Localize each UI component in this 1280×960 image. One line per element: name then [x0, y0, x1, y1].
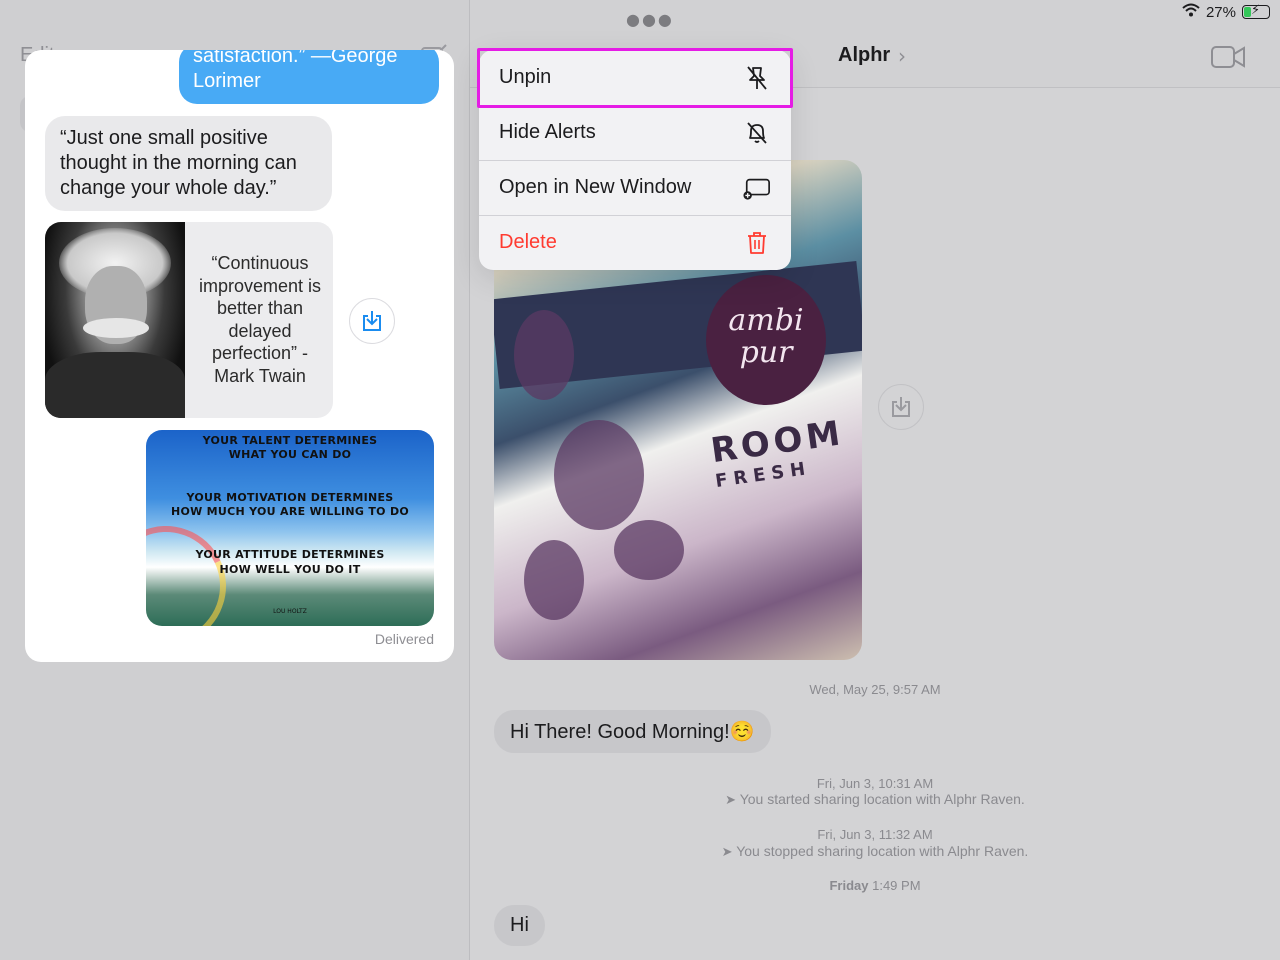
menu-item-hide-alerts[interactable]: Hide Alerts — [479, 105, 791, 160]
menu-item-label: Delete — [499, 231, 557, 253]
new-window-icon — [743, 174, 771, 202]
timestamp: Wed, May 25, 9:57 AM — [809, 682, 941, 697]
poster-line: YOUR TALENT DETERMINES — [202, 434, 378, 447]
poster-line: WHAT YOU CAN DO — [228, 448, 352, 461]
unpin-highlight-box — [477, 48, 793, 108]
download-icon — [363, 311, 381, 331]
motivation-poster-image[interactable]: YOUR TALENT DETERMINES WHAT YOU CAN DO Y… — [146, 430, 434, 626]
save-image-button[interactable] — [878, 384, 924, 430]
incoming-message[interactable]: “Just one small positive thought in the … — [45, 116, 332, 211]
poster-line: YOUR ATTITUDE DETERMINES — [195, 548, 385, 561]
ambi-pur-logo: ambi pur — [706, 275, 826, 405]
timestamp: Fri, Jun 3, 10:31 AM — [816, 776, 934, 791]
quote-text: “Continuous improvement is better than d… — [198, 253, 322, 386]
battery-percentage: 27% — [1205, 3, 1236, 21]
room-fresh-label: ROOM FRESH — [708, 412, 847, 493]
status-bar: 27% ⚡ — [1182, 3, 1270, 21]
poster-signature: LOU HOLTZ — [273, 608, 307, 615]
location-arrow-icon: ➤ — [725, 793, 737, 808]
location-status: ➤ You stopped sharing location with Alph… — [721, 843, 1029, 860]
save-image-button[interactable] — [349, 298, 395, 344]
download-icon — [892, 397, 910, 417]
poster-line: YOUR MOTIVATION DETERMINES — [186, 491, 394, 504]
mark-twain-portrait — [45, 222, 185, 418]
location-arrow-icon: ➤ — [721, 845, 733, 860]
timestamp: Friday 1:49 PM — [829, 878, 921, 893]
chevron-right-icon[interactable]: › — [898, 44, 906, 68]
bell-slash-icon — [743, 119, 771, 147]
incoming-message[interactable]: Hi — [494, 905, 545, 946]
menu-item-delete[interactable]: Delete — [479, 215, 791, 270]
poster-line: HOW WELL YOU DO IT — [219, 563, 361, 576]
multitasking-dots-icon[interactable]: ●●● — [626, 10, 674, 29]
incoming-message[interactable]: Hi There! Good Morning!☺️ — [494, 710, 771, 753]
mark-twain-quote-image[interactable]: “Continuous improvement is better than d… — [45, 222, 333, 418]
menu-item-label: Hide Alerts — [499, 121, 596, 143]
trash-icon — [743, 229, 771, 257]
menu-item-label: Open in New Window — [499, 176, 692, 198]
outgoing-message[interactable]: satisfaction.” —George Lorimer — [179, 50, 439, 104]
menu-item-open-in-new-window[interactable]: Open in New Window — [479, 160, 791, 215]
wifi-icon — [1182, 3, 1200, 21]
contact-name[interactable]: Alphr — [838, 44, 890, 67]
delivered-status: Delivered — [374, 631, 434, 647]
poster-line: HOW MUCH YOU ARE WILLING TO DO — [170, 505, 410, 518]
timestamp: Fri, Jun 3, 11:32 AM — [817, 827, 933, 842]
battery-icon: ⚡ — [1242, 3, 1270, 19]
conversation-preview-card: satisfaction.” —George Lorimer “Just one… — [25, 50, 454, 662]
video-call-icon[interactable] — [1210, 44, 1246, 75]
location-status: ➤ You started sharing location with Alph… — [725, 791, 1025, 808]
